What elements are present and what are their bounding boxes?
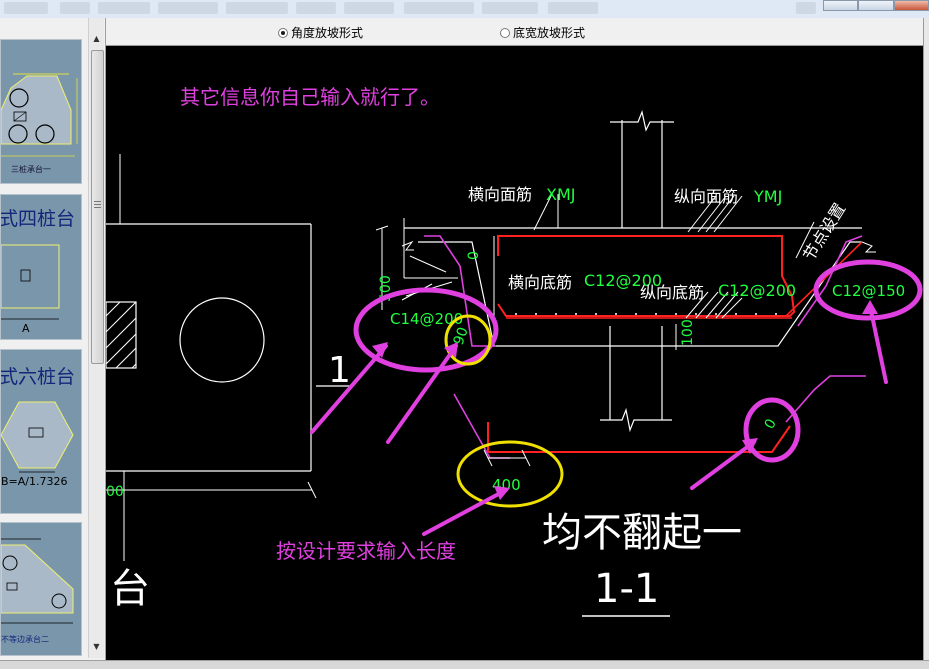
close-button[interactable]: [893, 0, 929, 11]
menu-item[interactable]: [548, 2, 598, 14]
window-controls: [823, 0, 929, 11]
radio-width-slope[interactable]: 底宽放坡形式: [500, 24, 585, 41]
radio-angle-slope[interactable]: 角度放坡形式: [278, 24, 363, 41]
menu-item[interactable]: [98, 2, 150, 14]
thumb-caption: 三桩承台一: [11, 164, 51, 174]
menu-item[interactable]: [482, 2, 538, 14]
thumb-dim: A: [22, 322, 30, 335]
label-bot-v-code: C12@200: [718, 281, 796, 300]
maximize-button[interactable]: [858, 0, 894, 11]
label-bot-v: 纵向底筋: [640, 283, 704, 302]
right-bar-code: C12@150: [832, 282, 905, 300]
six-pile-cap-preview-icon: 式六桩台 B=A/1.7326: [1, 350, 81, 513]
four-pile-cap-preview-icon: 式四桩台 A: [1, 195, 81, 339]
thumb-caption: 式六桩台: [1, 366, 75, 388]
scrollbar-thumb[interactable]: [91, 50, 104, 364]
menu-item[interactable]: [60, 2, 90, 14]
radio-unselected-icon[interactable]: [500, 27, 510, 38]
menu-item[interactable]: [404, 2, 474, 14]
label-top-v-code: YMJ: [753, 187, 782, 206]
radio-label: 底宽放坡形式: [513, 26, 586, 40]
right-border: [923, 18, 929, 668]
note-length: 按设计要求输入长度: [276, 539, 456, 563]
minimize-button[interactable]: [823, 0, 859, 11]
cad-drawing: 00 台 1 其它信息你自己输入就行了。 按设计要求输入长度 均不翻起一 1-1: [105, 85, 923, 617]
note-info: 其它信息你自己输入就行了。: [180, 85, 440, 109]
title-bar: [0, 0, 929, 19]
thumb-formula: B=A/1.7326: [1, 475, 67, 488]
thumb-caption: 式四桩台: [1, 208, 75, 230]
note-bottom: 均不翻起一: [542, 510, 742, 556]
thumbnail-three-pile-cap[interactable]: 三桩承台一: [0, 39, 82, 184]
label-bot-h: 横向底筋: [508, 273, 572, 292]
dim-100: 100: [680, 319, 696, 346]
unequal-cap-preview-icon: 不等边承台二: [1, 523, 81, 655]
menu-item[interactable]: [344, 2, 394, 14]
slope-mode-bar: 角度放坡形式 底宽放坡形式: [106, 18, 923, 46]
label-top-h-code: XMJ: [546, 185, 575, 204]
scroll-down-arrow-icon[interactable]: ▼: [89, 640, 104, 654]
thumb-caption: 不等边承台二: [1, 634, 49, 644]
menu-item[interactable]: [296, 2, 336, 14]
zero-a: 0: [466, 251, 482, 260]
thumbnail-six-pile-cap[interactable]: 式六桩台 B=A/1.7326: [0, 349, 82, 514]
zero-b: 0: [762, 416, 780, 432]
thumbnail-four-pile-cap[interactable]: 式四桩台 A: [0, 194, 82, 340]
radio-selected-icon[interactable]: [278, 27, 288, 38]
section-mark: 1: [328, 350, 351, 391]
label-top-v: 纵向面筋: [674, 187, 738, 206]
menu-item[interactable]: [796, 2, 816, 14]
drawing-canvas[interactable]: 00 台 1 其它信息你自己输入就行了。 按设计要求输入长度 均不翻起一 1-1: [105, 46, 923, 660]
thumbnail-unequal-cap-two[interactable]: 不等边承台二: [0, 522, 82, 656]
menu-item[interactable]: [158, 2, 218, 14]
left-char: 台: [110, 566, 150, 612]
left-dim: 00: [106, 484, 124, 500]
section-label: 1-1: [594, 566, 659, 612]
label-top-h: 横向面筋: [468, 185, 532, 204]
menu-item[interactable]: [226, 2, 288, 14]
thumbnail-scrollbar[interactable]: ▲ ▼: [88, 18, 104, 658]
menu-item[interactable]: [4, 2, 48, 14]
three-pile-cap-preview-icon: 三桩承台一: [1, 40, 81, 183]
scroll-up-arrow-icon[interactable]: ▲: [89, 32, 104, 46]
radio-label: 角度放坡形式: [291, 26, 364, 40]
